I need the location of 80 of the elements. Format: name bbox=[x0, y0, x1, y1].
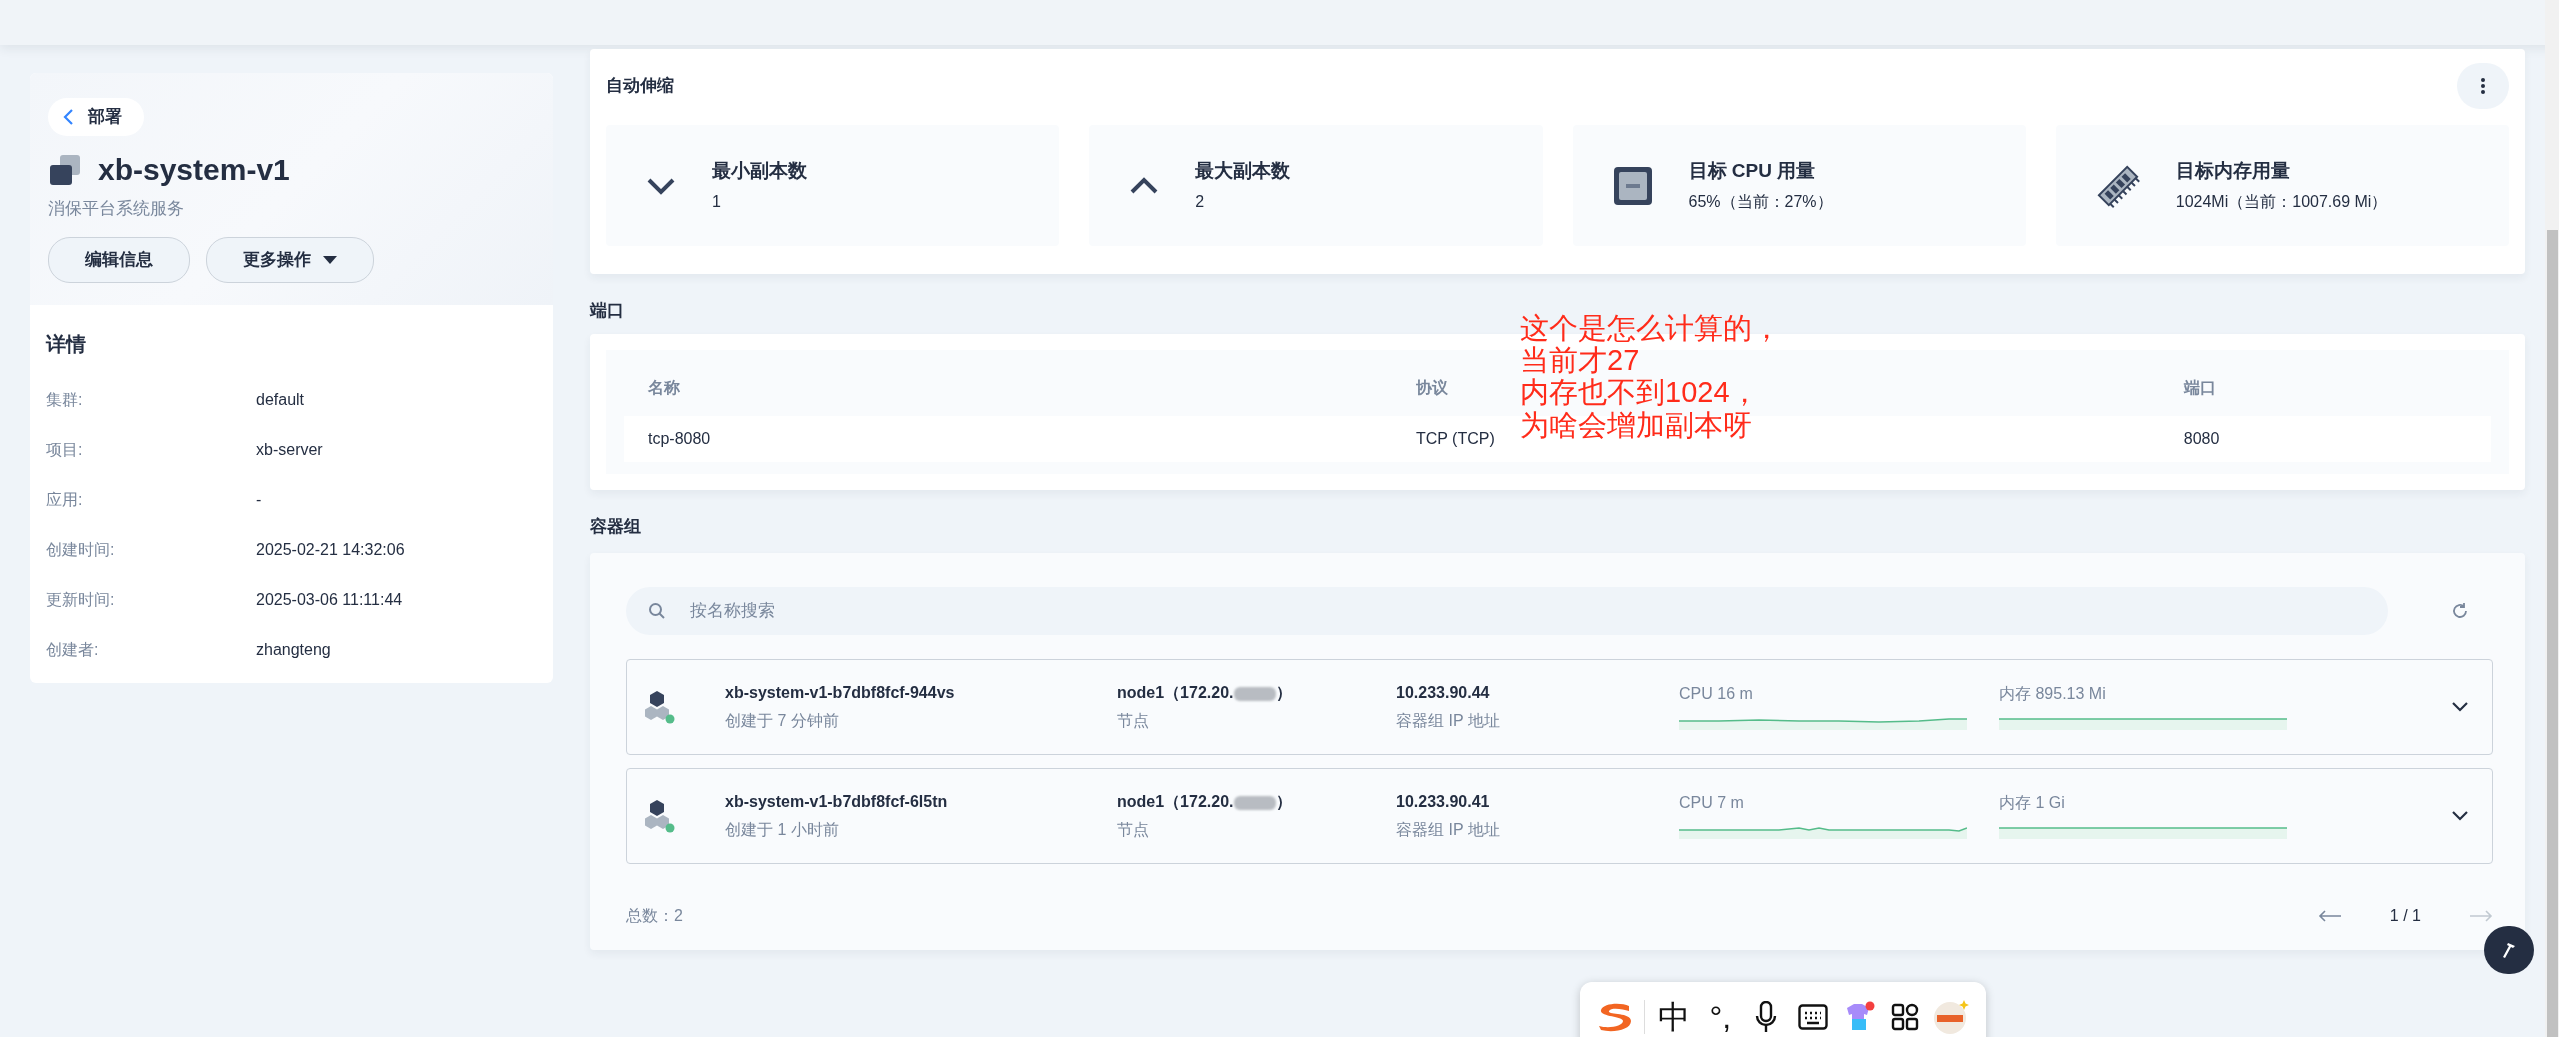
table-cell: TCP (TCP) bbox=[1415, 429, 1495, 447]
detail-value: 2025-02-21 14:32:06 bbox=[256, 540, 405, 560]
column-header: 协议 bbox=[1415, 378, 1448, 396]
deployment-description: 消保平台系统服务 bbox=[48, 197, 185, 220]
detail-label: 集群: bbox=[46, 390, 84, 410]
autoscaling-heading: 自动伸缩 bbox=[606, 75, 674, 98]
pods-heading: 容器组 bbox=[590, 515, 642, 538]
metric-title: 最小副本数 bbox=[712, 159, 807, 184]
metric-value: 2 bbox=[1195, 191, 1206, 212]
metric-title: 目标 CPU 用量 bbox=[1688, 159, 1817, 184]
chevron-up-icon bbox=[1129, 176, 1160, 195]
back-icon bbox=[62, 107, 74, 126]
microphone-icon[interactable] bbox=[1755, 1001, 1778, 1033]
refresh-icon[interactable] bbox=[2451, 602, 2469, 620]
table-cell: 8080 bbox=[2183, 429, 2220, 447]
caret-icon bbox=[323, 256, 337, 264]
apps-grid-icon[interactable] bbox=[1890, 1003, 1919, 1031]
punctuation-toggle[interactable]: °, bbox=[1709, 993, 1732, 1037]
detail-label: 项目: bbox=[46, 440, 84, 460]
keyboard-icon[interactable] bbox=[1797, 1004, 1828, 1030]
node-address: node1（172.20. ） bbox=[1117, 792, 1293, 812]
pod-name: xb-system-v1-b7dbf8fcf-6l5tn bbox=[725, 792, 949, 812]
column-header: 名称 bbox=[648, 378, 680, 396]
scrollbar[interactable] bbox=[2545, 0, 2559, 1037]
detail-value: zhangteng bbox=[256, 640, 331, 660]
pod-created-time: 创建于 7 分钟前 bbox=[725, 711, 840, 731]
node-label: 节点 bbox=[1117, 820, 1150, 840]
redaction-blur bbox=[1233, 686, 1276, 701]
detail-label: 创建者: bbox=[46, 640, 100, 660]
pod-row[interactable]: xb-system-v1-b7dbf8fcf-944vs 创建于 7 分钟前 node1（172.20. ） 节点 10.233.90.44 容器组 IP 地址 CPU 16 m 内存 895.13 Mi bbox=[626, 659, 2493, 755]
edit-button[interactable]: 编辑信息 bbox=[48, 237, 190, 283]
column-header: 端口 bbox=[2183, 378, 2216, 396]
node-address: node1（172.20. ） bbox=[1117, 683, 1293, 703]
pod-ip-label: 容器组 IP 地址 bbox=[1396, 711, 1501, 731]
pod-ip-label: 容器组 IP 地址 bbox=[1396, 820, 1501, 840]
metric-title: 目标内存用量 bbox=[2175, 159, 2291, 184]
deployment-title: xb-system-v1 bbox=[98, 151, 290, 188]
detail-label: 创建时间: bbox=[46, 540, 116, 560]
detail-value: 2025-03-06 11:11:44 bbox=[256, 590, 403, 610]
node-label: 节点 bbox=[1117, 711, 1150, 731]
pod-created-time: 创建于 1 小时前 bbox=[725, 820, 840, 840]
more-icon bbox=[2480, 77, 2486, 95]
ports-heading: 端口 bbox=[590, 300, 625, 322]
pod-name: xb-system-v1-b7dbf8fcf-944vs bbox=[725, 683, 956, 703]
table-cell: tcp-8080 bbox=[648, 429, 711, 447]
pod-row[interactable]: xb-system-v1-b7dbf8fcf-6l5tn 创建于 1 小时前 node1（172.20. ） 节点 10.233.90.41 容器组 IP 地址 CPU 7 m 内存 1 Gi bbox=[626, 768, 2493, 864]
memory-usage: 内存 895.13 Mi bbox=[1999, 684, 2107, 705]
pod-status-icon bbox=[645, 799, 675, 833]
chevron-down-icon[interactable] bbox=[2452, 702, 2468, 712]
memory-usage: 内存 1 Gi bbox=[1999, 793, 2066, 814]
toolbox-button[interactable] bbox=[2484, 926, 2534, 974]
metric-value: 1 bbox=[712, 191, 722, 212]
pod-ip: 10.233.90.41 bbox=[1396, 792, 1491, 812]
search-icon bbox=[648, 602, 666, 620]
total-count: 总数：2 bbox=[626, 906, 683, 926]
pod-status-icon bbox=[645, 690, 675, 724]
redaction-blur bbox=[1233, 795, 1276, 810]
cpu-usage: CPU 16 m bbox=[1679, 684, 1754, 705]
chevron-down-icon[interactable] bbox=[2452, 811, 2468, 821]
page-indicator: 1 / 1 bbox=[2389, 906, 2421, 926]
previous-page-icon[interactable] bbox=[2317, 910, 2342, 922]
detail-value: - bbox=[256, 490, 262, 510]
detail-label: 更新时间: bbox=[46, 590, 116, 610]
chinese-mode-toggle[interactable]: 中 bbox=[1658, 993, 1691, 1037]
metric-title: 最大副本数 bbox=[1195, 159, 1291, 184]
pod-ip: 10.233.90.44 bbox=[1396, 683, 1491, 703]
detail-label: 应用: bbox=[46, 490, 84, 510]
search-field[interactable]: 按名称搜索 bbox=[626, 587, 2388, 635]
annotation-text: 这个是怎么计算的， 当前才27 内存也不到1024， 为啥会增加副本呀 bbox=[1520, 311, 1781, 442]
cpu-chip-icon bbox=[1612, 165, 1653, 206]
metric-value: 65%（当前：27%） bbox=[1688, 191, 1833, 212]
chevron-down-icon bbox=[646, 176, 676, 195]
details-heading: 详情 bbox=[46, 332, 87, 357]
metric-value: 1024Mi（当前：1007.69 Mi） bbox=[2175, 191, 2388, 212]
back-button[interactable]: 部署 bbox=[48, 98, 144, 136]
deployment-icon bbox=[48, 152, 82, 187]
detail-value: xb-server bbox=[256, 440, 323, 460]
more-actions-button[interactable]: 更多操作 bbox=[206, 237, 374, 283]
cpu-usage: CPU 7 m bbox=[1679, 793, 1745, 814]
detail-value: default bbox=[256, 390, 305, 410]
